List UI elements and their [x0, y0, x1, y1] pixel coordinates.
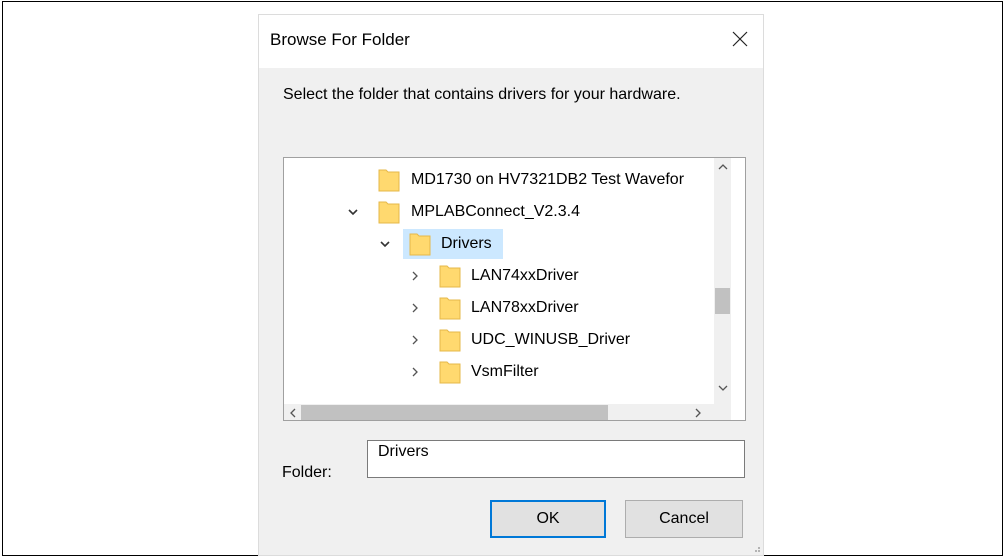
resize-grip-icon[interactable]: [751, 543, 761, 553]
tree-item-label: VsmFilter: [471, 363, 539, 380]
tree-item-label: LAN78xxDriver: [471, 299, 579, 316]
scroll-down-button[interactable]: [714, 379, 731, 396]
tree-item-vsmfilter[interactable]: VsmFilter: [284, 357, 714, 387]
tree-item-label: MPLABConnect_V2.3.4: [411, 203, 580, 220]
chevron-left-icon: [289, 408, 295, 417]
horizontal-scrollbar[interactable]: [284, 404, 714, 420]
chevron-right-icon[interactable]: [408, 365, 422, 379]
close-button[interactable]: [725, 24, 755, 54]
folder-icon: [439, 361, 461, 384]
tree-item-lan78xxdriver[interactable]: LAN78xxDriver: [284, 293, 714, 323]
title-bar: Browse For Folder: [259, 15, 763, 68]
chevron-down-icon[interactable]: [378, 237, 392, 251]
tree-item-label: Drivers: [441, 235, 492, 252]
tree-item-label: MD1730 on HV7321DB2 Test Wavefor: [411, 171, 685, 188]
chevron-right-icon[interactable]: [408, 269, 422, 283]
scrollbar-corner: [714, 404, 731, 420]
chevron-right-icon: [695, 408, 701, 417]
folder-icon: [378, 201, 400, 224]
folder-icon: [409, 233, 431, 256]
tree-item-udc-winusb-driver[interactable]: UDC_WINUSB_Driver: [284, 325, 714, 355]
instruction-text: Select the folder that contains drivers …: [283, 86, 681, 103]
folder-tree[interactable]: MD1730 on HV7321DB2 Test Wavefor MPLABCo…: [283, 157, 746, 421]
tree-item-md1730[interactable]: MD1730 on HV7321DB2 Test Wavefor: [284, 165, 714, 195]
folder-icon: [439, 297, 461, 320]
scroll-right-button[interactable]: [689, 404, 706, 420]
chevron-down-icon: [718, 385, 727, 391]
cancel-button[interactable]: Cancel: [625, 500, 743, 538]
tree-item-lan74xxdriver[interactable]: LAN74xxDriver: [284, 261, 714, 291]
chevron-down-icon[interactable]: [346, 205, 360, 219]
chevron-right-icon[interactable]: [408, 301, 422, 315]
tree-item-drivers[interactable]: Drivers: [284, 229, 714, 259]
folder-icon: [439, 329, 461, 352]
chevron-up-icon: [718, 163, 727, 169]
tree-item-label: LAN74xxDriver: [471, 267, 579, 284]
folder-icon: [378, 169, 400, 192]
ok-button[interactable]: OK: [490, 500, 606, 538]
tree-item-label: UDC_WINUSB_Driver: [471, 331, 631, 348]
folder-label: Folder:: [282, 464, 332, 481]
folder-input[interactable]: [367, 440, 745, 478]
vertical-scrollbar[interactable]: [714, 158, 731, 404]
folder-icon: [439, 265, 461, 288]
scroll-left-button[interactable]: [284, 404, 301, 420]
close-icon: [732, 31, 748, 47]
chevron-right-icon[interactable]: [408, 333, 422, 347]
browse-for-folder-dialog: Browse For Folder Select the folder that…: [259, 15, 763, 555]
horizontal-scroll-thumb[interactable]: [301, 405, 608, 420]
tree-item-mplabconnect[interactable]: MPLABConnect_V2.3.4: [284, 197, 714, 227]
vertical-scroll-thumb[interactable]: [715, 288, 730, 314]
scroll-up-button[interactable]: [714, 158, 731, 175]
dialog-title: Browse For Folder: [270, 30, 410, 49]
